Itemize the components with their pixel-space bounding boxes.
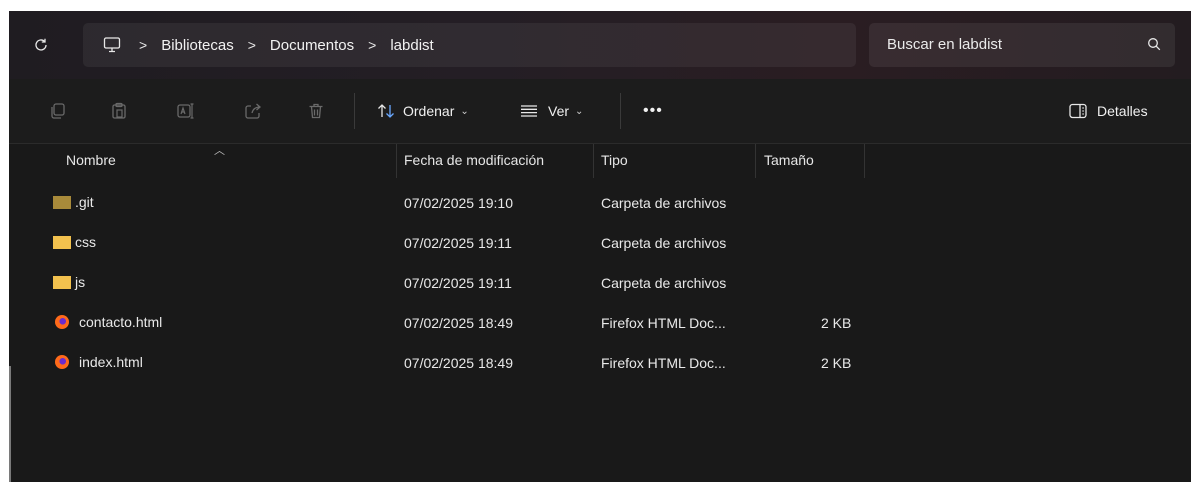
folder-icon (53, 235, 71, 249)
breadcrumb-documentos[interactable]: Documentos (270, 37, 354, 54)
column-divider[interactable] (864, 144, 865, 178)
details-pane-icon (1069, 103, 1087, 119)
file-name: contacto.html (79, 314, 163, 330)
details-label: Detalles (1097, 103, 1148, 119)
breadcrumb-bibliotecas[interactable]: Bibliotecas (161, 37, 234, 54)
column-header-size[interactable]: Tamaño (764, 152, 814, 168)
breadcrumb-separator[interactable]: > (139, 37, 147, 53)
file-modified: 07/02/2025 19:11 (404, 235, 512, 251)
file-type: Firefox HTML Doc... (601, 315, 726, 331)
sort-icon (377, 103, 395, 119)
delete-icon[interactable] (304, 99, 328, 123)
view-label: Ver (548, 103, 570, 119)
firefox-icon (55, 315, 69, 329)
file-modified: 07/02/2025 19:11 (404, 275, 512, 291)
toolbar-divider (354, 93, 355, 129)
column-divider[interactable] (593, 144, 594, 178)
column-header-type[interactable]: Tipo (601, 152, 628, 168)
view-button[interactable]: Ver ⌄ (520, 99, 583, 123)
folder-icon (53, 275, 71, 289)
firefox-icon (55, 355, 69, 369)
search-icon[interactable] (1147, 37, 1161, 56)
sort-label: Ordenar (403, 103, 455, 119)
scrollbar[interactable] (9, 366, 11, 482)
file-name-cell: js (53, 274, 85, 290)
chevron-down-icon: ⌄ (575, 105, 584, 117)
column-header-row: ︿ Nombre Fecha de modificación Tipo Tama… (9, 144, 1191, 178)
list-item[interactable]: contacto.html 07/02/2025 18:49 Firefox H… (9, 304, 1191, 344)
list-item[interactable]: index.html 07/02/2025 18:49 Firefox HTML… (9, 344, 1191, 384)
column-header-name[interactable]: Nombre (66, 152, 116, 168)
file-type: Firefox HTML Doc... (601, 355, 726, 371)
file-type: Carpeta de archivos (601, 195, 727, 211)
copy-icon[interactable] (46, 99, 70, 123)
column-divider[interactable] (396, 144, 397, 178)
search-placeholder: Buscar en labdist (887, 36, 1003, 53)
breadcrumb-separator[interactable]: > (248, 37, 256, 53)
address-bar[interactable]: > Bibliotecas > Documentos > labdist (83, 23, 856, 67)
command-bar: Ordenar ⌄ Ver ⌄ ••• Detalles (9, 79, 1191, 144)
toolbar-divider (620, 93, 621, 129)
file-name-cell: css (53, 234, 96, 250)
file-name-cell: contacto.html (49, 314, 162, 330)
file-modified: 07/02/2025 19:10 (404, 195, 513, 211)
sort-ascending-icon: ︿ (214, 145, 225, 157)
file-modified: 07/02/2025 18:49 (404, 315, 513, 331)
list-item[interactable]: .git 07/02/2025 19:10 Carpeta de archivo… (9, 184, 1191, 224)
breadcrumb-separator[interactable]: > (368, 37, 376, 53)
file-name: .git (75, 194, 94, 210)
column-header-modified[interactable]: Fecha de modificación (404, 152, 544, 168)
search-box[interactable]: Buscar en labdist (869, 23, 1175, 67)
file-type: Carpeta de archivos (601, 235, 727, 251)
list-item[interactable]: css 07/02/2025 19:11 Carpeta de archivos (9, 224, 1191, 264)
this-pc-icon[interactable] (103, 34, 125, 56)
breadcrumb-labdist[interactable]: labdist (390, 37, 433, 54)
paste-icon[interactable] (107, 99, 131, 123)
view-icon (520, 104, 538, 118)
address-row: > Bibliotecas > Documentos > labdist Bus… (9, 11, 1191, 79)
column-divider[interactable] (755, 144, 756, 178)
file-name-cell: index.html (49, 354, 143, 370)
folder-dark-icon (53, 195, 71, 209)
list-item[interactable]: js 07/02/2025 19:11 Carpeta de archivos (9, 264, 1191, 304)
file-name: css (75, 234, 96, 250)
file-name: js (75, 274, 86, 290)
file-size: 2 KB (821, 315, 852, 331)
file-name-cell: .git (53, 194, 94, 210)
file-name: index.html (79, 354, 143, 370)
share-icon[interactable] (241, 99, 265, 123)
more-options-button[interactable]: ••• (643, 99, 663, 123)
file-explorer-window: > Bibliotecas > Documentos > labdist Bus… (9, 11, 1191, 482)
refresh-icon[interactable] (27, 31, 55, 59)
file-type: Carpeta de archivos (601, 275, 727, 291)
rename-icon[interactable] (173, 99, 197, 123)
details-button[interactable]: Detalles (1069, 99, 1148, 123)
file-size: 2 KB (821, 355, 852, 371)
chevron-down-icon: ⌄ (460, 105, 469, 117)
file-modified: 07/02/2025 18:49 (404, 355, 513, 371)
sort-button[interactable]: Ordenar ⌄ (377, 99, 469, 123)
